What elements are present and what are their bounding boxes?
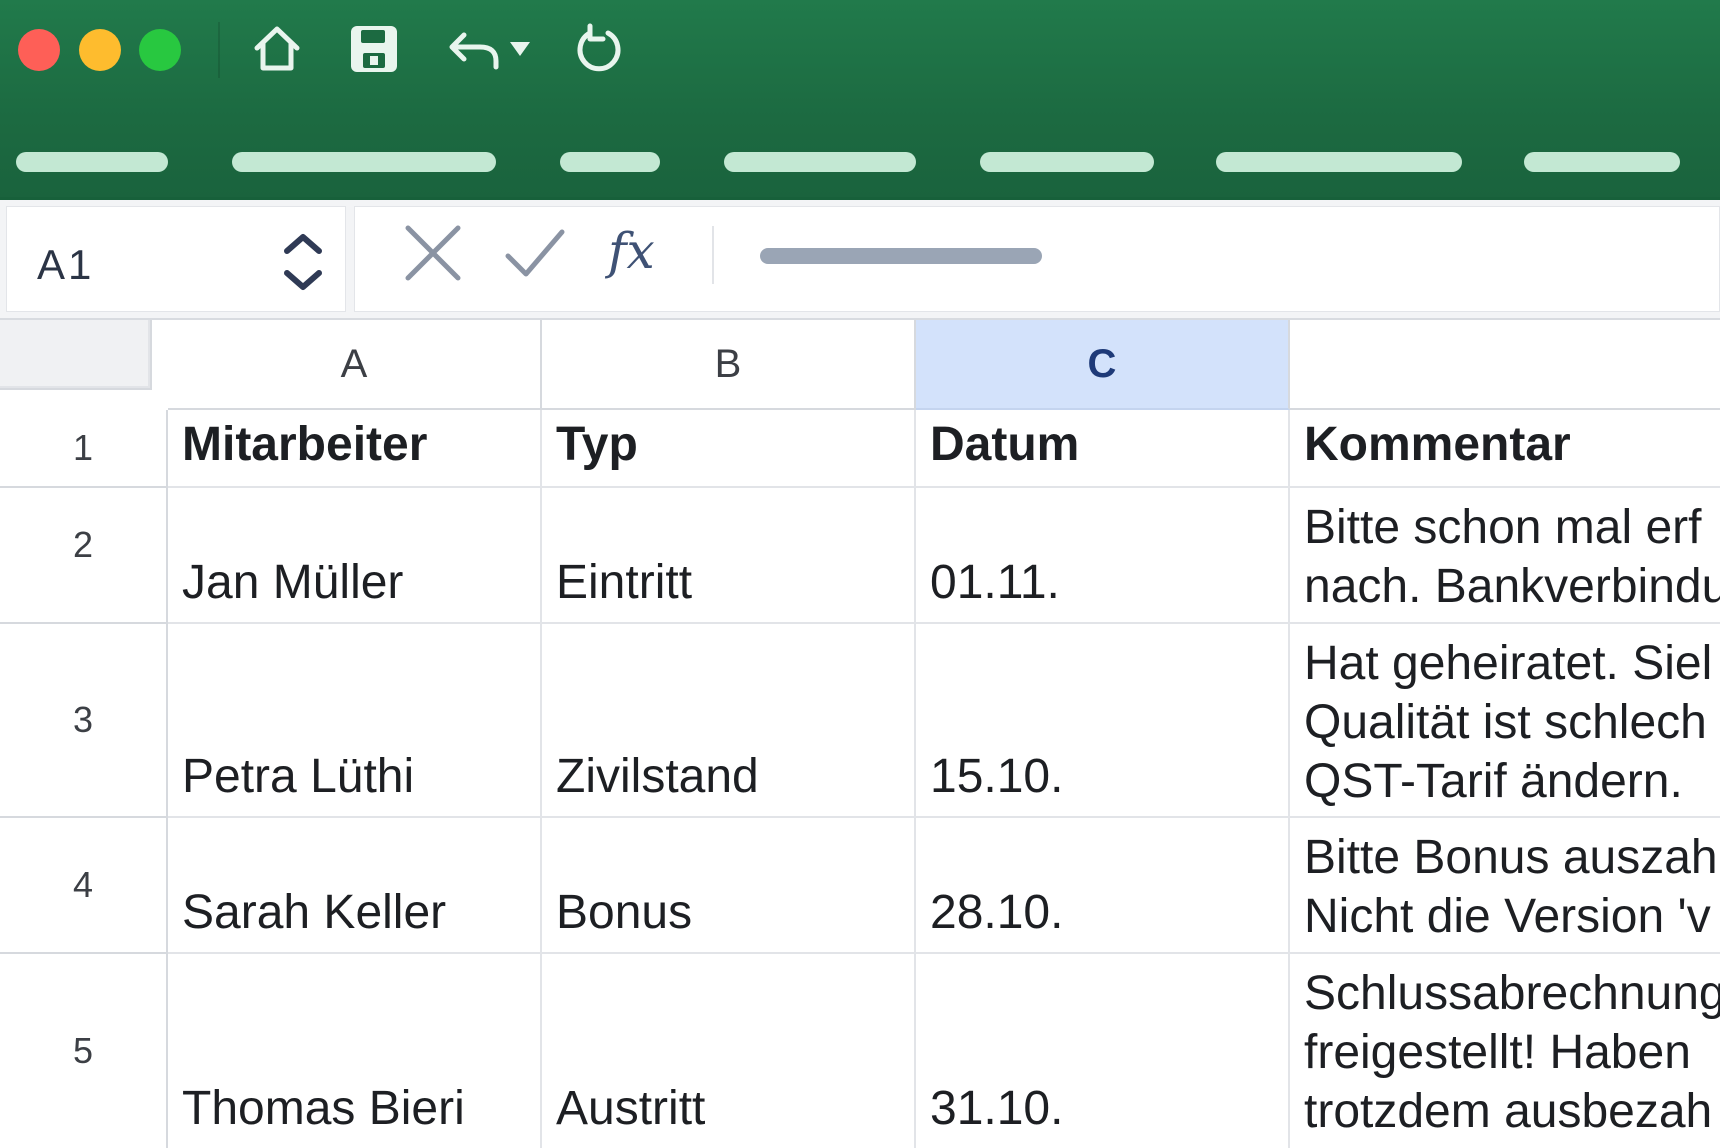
check-icon[interactable] [504, 222, 566, 289]
toolbar-divider [218, 22, 220, 78]
column-header-b[interactable]: B [542, 320, 916, 410]
cell-text: Petra Lüthi [182, 750, 415, 803]
zoom-window-button[interactable] [139, 29, 181, 71]
cell-text: Datum [930, 418, 1080, 471]
cell-text: Schlussabrechnung freigestellt! Haben tr… [1304, 967, 1720, 1138]
cell-c3[interactable]: 15.10. [916, 624, 1290, 818]
select-all-corner[interactable] [0, 320, 152, 390]
row-header-5[interactable]: 5 [0, 954, 168, 1148]
insert-function-button[interactable]: fx [608, 222, 655, 280]
cell-c2[interactable]: 01.11. [916, 488, 1290, 624]
cell-text: Eintritt [556, 556, 693, 609]
ribbon-tab-4[interactable] [724, 152, 916, 172]
cell-text: Bonus [556, 886, 693, 939]
name-box[interactable]: A1 [6, 206, 346, 312]
column-header-a[interactable]: A [168, 320, 542, 410]
name-box-value: A1 [37, 241, 95, 288]
cell-text: Thomas Bieri [182, 1082, 465, 1135]
cell-d3[interactable]: Hat geheiratet. Siel Qualität ist schlec… [1290, 624, 1720, 818]
formula-divider [712, 226, 714, 284]
ribbon-bar [0, 0, 1720, 200]
cell-c5[interactable]: 31.10. [916, 954, 1290, 1148]
row-header-2[interactable]: 2 [0, 488, 168, 624]
ribbon-tab-5[interactable] [980, 152, 1154, 172]
formula-content-placeholder [760, 248, 1042, 264]
cell-d2[interactable]: Bitte schon mal erf nach. Bankverbindu [1290, 488, 1720, 624]
ribbon-tab-6[interactable] [1216, 152, 1462, 172]
ribbon-tab-3[interactable] [560, 152, 660, 172]
cell-c1[interactable]: Datum [916, 410, 1290, 488]
save-icon[interactable] [348, 16, 400, 82]
cell-text: Kommentar [1304, 418, 1571, 471]
row-header-3[interactable]: 3 [0, 624, 168, 818]
cell-c4[interactable]: 28.10. [916, 818, 1290, 954]
cell-d1[interactable]: Kommentar [1290, 410, 1720, 488]
cell-d4[interactable]: Bitte Bonus auszah Nicht die Version 'v [1290, 818, 1720, 954]
row-header-4[interactable]: 4 [0, 818, 168, 954]
cell-text: Typ [556, 418, 638, 471]
cell-a1[interactable]: Mitarbeiter [168, 410, 542, 488]
cell-text: Jan Müller [182, 556, 404, 609]
cell-b5[interactable]: Austritt [542, 954, 916, 1148]
ribbon-tab-7[interactable] [1524, 152, 1680, 172]
cell-text: 28.10. [930, 886, 1064, 939]
cell-text: 15.10. [930, 750, 1064, 803]
cell-a3[interactable]: Petra Lüthi [168, 624, 542, 818]
cell-text: Bitte Bonus auszah Nicht die Version 'v [1304, 831, 1718, 943]
cell-a4[interactable]: Sarah Keller [168, 818, 542, 954]
cell-b1[interactable]: Typ [542, 410, 916, 488]
ribbon-tab-1[interactable] [16, 152, 168, 172]
close-icon[interactable] [402, 222, 464, 289]
cell-text: Sarah Keller [182, 886, 447, 939]
cell-b2[interactable]: Eintritt [542, 488, 916, 624]
ribbon-tab-2[interactable] [232, 152, 496, 172]
cell-text: Zivilstand [556, 750, 759, 803]
undo-dropdown-icon[interactable] [508, 16, 532, 82]
cell-text: Bitte schon mal erf nach. Bankverbindu [1304, 501, 1720, 613]
undo-icon[interactable] [446, 16, 502, 82]
home-icon[interactable] [250, 16, 304, 82]
column-header-c[interactable]: C [916, 320, 1290, 410]
spreadsheet-grid: A B C 1 Mitarbeiter Typ Datum Kommentar … [0, 320, 1720, 1148]
cell-text: Austritt [556, 1082, 706, 1135]
cell-b3[interactable]: Zivilstand [542, 624, 916, 818]
cell-text: 01.11. [930, 556, 1060, 609]
cell-text: Mitarbeiter [182, 418, 428, 471]
cell-a2[interactable]: Jan Müller [168, 488, 542, 624]
cell-b4[interactable]: Bonus [542, 818, 916, 954]
cell-text: Hat geheiratet. Siel Qualität ist schlec… [1304, 637, 1713, 808]
column-header-d[interactable] [1290, 320, 1720, 410]
name-box-stepper-icon[interactable] [275, 227, 331, 302]
close-window-button[interactable] [18, 29, 60, 71]
minimize-window-button[interactable] [79, 29, 121, 71]
cell-a5[interactable]: Thomas Bieri [168, 954, 542, 1148]
row-header-1[interactable]: 1 [0, 410, 168, 488]
redo-icon[interactable] [574, 16, 624, 82]
cell-text: 31.10. [930, 1082, 1064, 1135]
cell-d5[interactable]: Schlussabrechnung freigestellt! Haben tr… [1290, 954, 1720, 1148]
